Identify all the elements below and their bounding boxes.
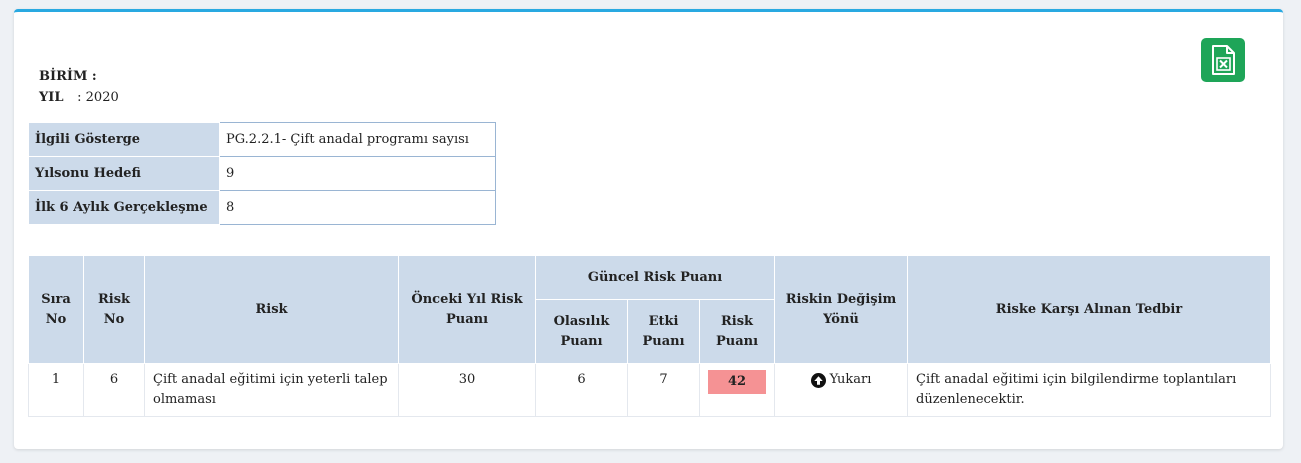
report-card: BİRİM : YIL : 2020 İlgili Gösterge PG.2.… (14, 9, 1283, 449)
col-olasilik: Olasılık Puanı (535, 299, 628, 364)
realization-value: 8 (219, 190, 496, 225)
unit-label: BİRİM : (39, 69, 97, 84)
header-row-1: Sıra No Risk No Risk Önceki Yıl Risk Pua… (28, 255, 1271, 364)
excel-export-button[interactable] (1201, 38, 1245, 82)
cell-olasilik: 6 (535, 363, 628, 417)
cell-degisim: Yukarı (774, 363, 908, 417)
col-tedbir: Riske Karşı Alınan Tedbir (907, 255, 1271, 364)
indicator-row: İlgili Gösterge PG.2.2.1- Çift anadal pr… (28, 122, 496, 157)
year-value: : 2020 (77, 90, 119, 105)
target-value: 9 (219, 156, 496, 191)
col-risk: Risk (144, 255, 399, 364)
year-row: YIL : 2020 (39, 87, 119, 108)
col-sira-no: Sıra No (28, 255, 84, 364)
target-row: Yılsonu Hedefi 9 (28, 156, 496, 191)
unit-row: BİRİM : (39, 66, 119, 87)
risk-table: Sıra No Risk No Risk Önceki Yıl Risk Pua… (28, 255, 1271, 417)
col-risk-puani: Risk Puanı (699, 299, 775, 364)
cell-risk-no: 6 (83, 363, 145, 417)
indicator-info-table: İlgili Gösterge PG.2.2.1- Çift anadal pr… (28, 122, 496, 225)
excel-export-icon (1212, 45, 1235, 75)
report-meta: BİRİM : YIL : 2020 (39, 66, 119, 108)
risk-score-badge: 42 (708, 370, 766, 394)
realization-label: İlk 6 Aylık Gerçekleşme (28, 190, 220, 225)
indicator-value: PG.2.2.1- Çift anadal programı sayısı (219, 122, 496, 157)
col-risk-no: Risk No (83, 255, 145, 364)
cell-etki: 7 (627, 363, 700, 417)
realization-row: İlk 6 Aylık Gerçekleşme 8 (28, 190, 496, 225)
direction-indicator: Yukarı (810, 370, 872, 390)
table-row: 1 6 Çift anadal eğitimi için yeterli tal… (28, 363, 1271, 417)
direction-label: Yukarı (829, 372, 872, 387)
indicator-label: İlgili Gösterge (28, 122, 220, 157)
cell-sira: 1 (28, 363, 84, 417)
col-degisim: Riskin Değişim Yönü (774, 255, 908, 364)
cell-onceki: 30 (398, 363, 536, 417)
target-label: Yılsonu Hedefi (28, 156, 220, 191)
cell-risk: Çift anadal eğitimi için yeterli talep o… (144, 363, 399, 417)
col-guncel-group: Güncel Risk Puanı (535, 255, 775, 300)
year-label: YIL (39, 90, 64, 105)
arrow-up-circle-icon (810, 372, 826, 388)
col-onceki: Önceki Yıl Risk Puanı (398, 255, 536, 364)
col-etki: Etki Puanı (627, 299, 700, 364)
cell-risk-puani-wrap: 42 (699, 363, 775, 417)
cell-tedbir: Çift anadal eğitimi için bilgilendirme t… (907, 363, 1271, 417)
